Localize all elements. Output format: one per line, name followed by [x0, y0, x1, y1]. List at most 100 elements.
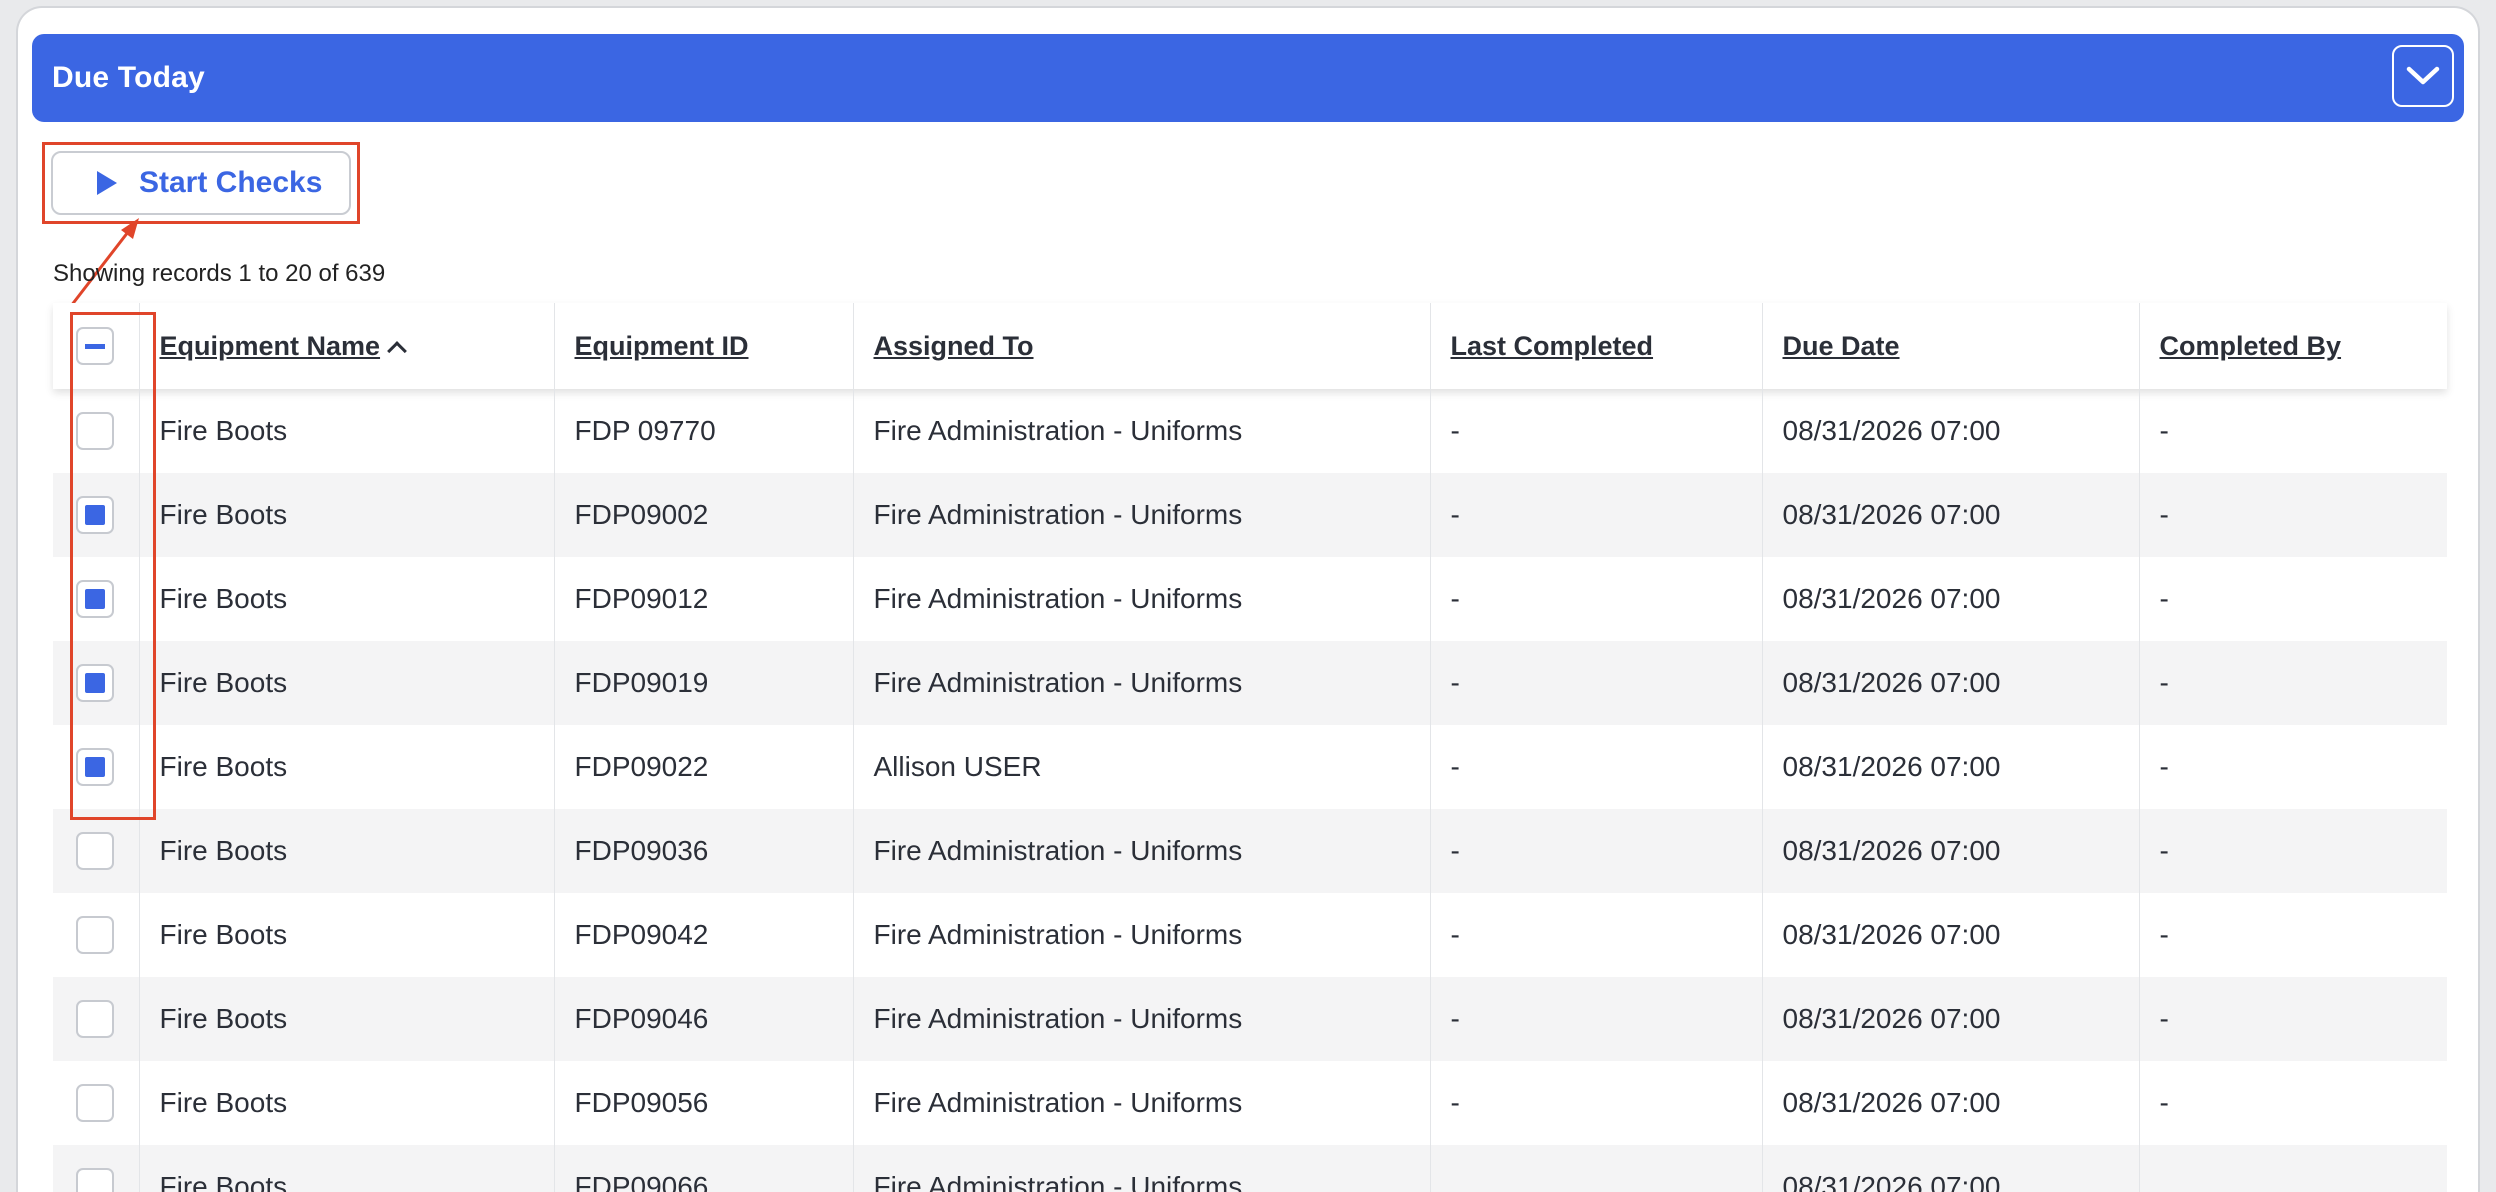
row-checkbox[interactable] — [76, 664, 114, 702]
cell-due-date: 08/31/2026 07:00 — [1761, 977, 2139, 1061]
cell-last-completed: - — [1429, 893, 1762, 977]
cell-completed-by — [2138, 1145, 2447, 1192]
cell-last-completed: - — [1429, 809, 1762, 893]
cell-equipment-id: FDP09056 — [553, 1061, 853, 1145]
row-checkbox[interactable] — [76, 916, 114, 954]
cell-completed-by: - — [2138, 893, 2447, 977]
row-select-cell — [53, 473, 139, 557]
cell-last-completed: - — [1429, 557, 1762, 641]
cell-equipment-id: FDP09022 — [553, 725, 853, 809]
row-checkbox[interactable] — [76, 412, 114, 450]
cell-due-date: 08/31/2026 07:00 — [1761, 641, 2139, 725]
cell-equipment-name: Fire Boots — [138, 1145, 554, 1192]
column-header-equipment-name[interactable]: Equipment Name — [138, 303, 554, 389]
cell-due-date: 08/31/2026 07:00 — [1761, 809, 2139, 893]
table-row[interactable]: Fire Boots FDP09012 Fire Administration - … — [53, 557, 2447, 641]
panel-title: Due Today — [52, 61, 205, 94]
table-row[interactable]: Fire Boots FDP09046 Fire Administration - … — [53, 977, 2447, 1061]
cell-equipment-name: Fire Boots — [138, 641, 554, 725]
column-header-equipment-id[interactable]: Equipment ID — [553, 303, 853, 389]
row-checkbox[interactable] — [76, 832, 114, 870]
cell-completed-by: - — [2138, 977, 2447, 1061]
cell-assigned-to: Fire Administration - Uniforms — [852, 557, 1430, 641]
row-checkbox[interactable] — [76, 748, 114, 786]
cell-equipment-name: Fire Boots — [138, 389, 554, 473]
cell-equipment-id: FDP09046 — [553, 977, 853, 1061]
cell-assigned-to: Fire Administration - Uniforms — [852, 1061, 1430, 1145]
cell-completed-by: - — [2138, 557, 2447, 641]
cell-last-completed — [1429, 1145, 1762, 1192]
cell-equipment-name: Fire Boots — [138, 473, 554, 557]
row-select-cell — [53, 977, 139, 1061]
start-checks-button[interactable]: Start Checks — [51, 151, 351, 215]
cell-last-completed: - — [1429, 977, 1762, 1061]
row-select-cell — [53, 1061, 139, 1145]
table-row[interactable]: Fire Boots FDP09002 Fire Administration - … — [53, 473, 2447, 557]
select-all-cell — [53, 303, 139, 389]
cell-equipment-name: Fire Boots — [138, 809, 554, 893]
row-select-cell — [53, 893, 139, 977]
cell-last-completed: - — [1429, 641, 1762, 725]
table-row[interactable]: Fire Boots FDP09066 Fire Administration - … — [53, 1145, 2447, 1192]
app-frame: Due Today Start Checks Showing records 1… — [16, 6, 2480, 1192]
column-header-assigned-to[interactable]: Assigned To — [852, 303, 1430, 389]
column-header-completed-by[interactable]: Completed By — [2138, 303, 2447, 389]
cell-completed-by: - — [2138, 725, 2447, 809]
cell-assigned-to: Allison USER — [852, 725, 1430, 809]
cell-equipment-id: FDP 09770 — [553, 389, 853, 473]
cell-last-completed: - — [1429, 1061, 1762, 1145]
sort-asc-icon — [387, 340, 407, 361]
cell-due-date: 08/31/2026 07:00 — [1761, 1061, 2139, 1145]
table-body: Fire Boots FDP 09770 Fire Administration -… — [53, 389, 2447, 1192]
start-checks-label: Start Checks — [139, 166, 323, 199]
row-checkbox[interactable] — [76, 1000, 114, 1038]
collapse-button[interactable] — [2392, 45, 2454, 107]
cell-assigned-to: Fire Administration - Uniforms — [852, 389, 1430, 473]
chevron-down-icon — [2406, 66, 2440, 85]
cell-completed-by: - — [2138, 473, 2447, 557]
row-select-cell — [53, 809, 139, 893]
row-checkbox[interactable] — [76, 580, 114, 618]
column-header-last-completed[interactable]: Last Completed — [1429, 303, 1762, 389]
cell-last-completed: - — [1429, 389, 1762, 473]
cell-equipment-name: Fire Boots — [138, 893, 554, 977]
cell-equipment-name: Fire Boots — [138, 557, 554, 641]
cell-assigned-to: Fire Administration - Uniforms — [852, 809, 1430, 893]
row-select-cell — [53, 557, 139, 641]
row-select-cell — [53, 1145, 139, 1192]
due-today-table: Equipment Name Equipment ID Assigned To … — [53, 303, 2447, 1192]
cell-equipment-id: FDP09036 — [553, 809, 853, 893]
cell-last-completed: - — [1429, 725, 1762, 809]
start-checks-highlight: Start Checks — [42, 142, 360, 224]
cell-due-date: 08/31/2026 07:00 — [1761, 1145, 2139, 1192]
cell-equipment-name: Fire Boots — [138, 1061, 554, 1145]
cell-equipment-id: FDP09002 — [553, 473, 853, 557]
table-row[interactable]: Fire Boots FDP09042 Fire Administration - … — [53, 893, 2447, 977]
column-header-due-date[interactable]: Due Date — [1761, 303, 2139, 389]
table-row[interactable]: Fire Boots FDP09019 Fire Administration - … — [53, 641, 2447, 725]
cell-equipment-name: Fire Boots — [138, 725, 554, 809]
table-row[interactable]: Fire Boots FDP09022 Allison USER -08/31/202… — [53, 725, 2447, 809]
table-row[interactable]: Fire Boots FDP09056 Fire Administration - … — [53, 1061, 2447, 1145]
select-all-checkbox[interactable] — [76, 327, 114, 365]
row-checkbox[interactable] — [76, 1084, 114, 1122]
play-icon — [97, 171, 117, 195]
cell-due-date: 08/31/2026 07:00 — [1761, 389, 2139, 473]
cell-assigned-to: Fire Administration - Uniforms — [852, 1145, 1430, 1192]
cell-equipment-id: FDP09066 — [553, 1145, 853, 1192]
row-checkbox[interactable] — [76, 496, 114, 534]
table-header-row: Equipment Name Equipment ID Assigned To … — [53, 303, 2447, 389]
row-checkbox[interactable] — [76, 1168, 114, 1192]
table-row[interactable]: Fire Boots FDP09036 Fire Administration - … — [53, 809, 2447, 893]
cell-equipment-id: FDP09019 — [553, 641, 853, 725]
cell-due-date: 08/31/2026 07:00 — [1761, 725, 2139, 809]
cell-equipment-name: Fire Boots — [138, 977, 554, 1061]
cell-due-date: 08/31/2026 07:00 — [1761, 473, 2139, 557]
cell-equipment-id: FDP09012 — [553, 557, 853, 641]
table-row[interactable]: Fire Boots FDP 09770 Fire Administration -… — [53, 389, 2447, 473]
cell-completed-by: - — [2138, 389, 2447, 473]
row-select-cell — [53, 641, 139, 725]
due-today-panel-header[interactable]: Due Today — [32, 34, 2464, 122]
cell-due-date: 08/31/2026 07:00 — [1761, 557, 2139, 641]
cell-assigned-to: Fire Administration - Uniforms — [852, 641, 1430, 725]
